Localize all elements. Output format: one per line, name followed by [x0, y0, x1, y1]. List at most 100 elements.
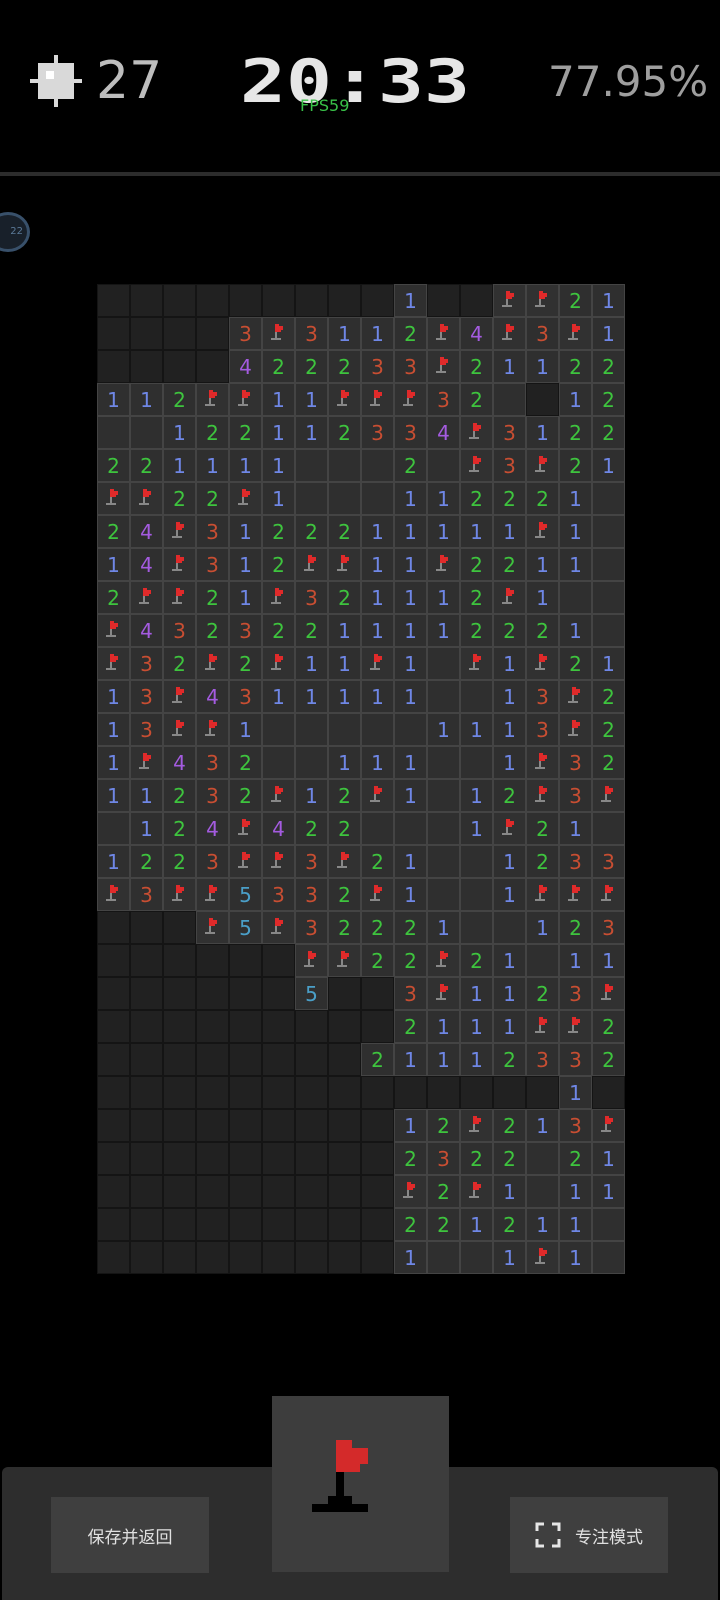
revealed-cell[interactable]: 1 — [427, 515, 460, 548]
revealed-cell[interactable]: 2 — [592, 680, 625, 713]
flagged-cell[interactable] — [97, 614, 130, 647]
revealed-cell[interactable] — [295, 449, 328, 482]
flag-mode-toggle[interactable] — [272, 1396, 449, 1572]
flagged-cell[interactable] — [526, 746, 559, 779]
revealed-cell[interactable]: 1 — [229, 449, 262, 482]
revealed-cell[interactable]: 1 — [262, 680, 295, 713]
flagged-cell[interactable] — [328, 383, 361, 416]
revealed-cell[interactable]: 3 — [130, 680, 163, 713]
revealed-cell[interactable]: 4 — [427, 416, 460, 449]
unrevealed-cell[interactable] — [196, 1208, 229, 1241]
revealed-cell[interactable]: 2 — [262, 350, 295, 383]
unrevealed-cell[interactable] — [196, 284, 229, 317]
revealed-cell[interactable]: 2 — [559, 911, 592, 944]
unrevealed-cell[interactable] — [130, 1142, 163, 1175]
revealed-cell[interactable]: 3 — [427, 383, 460, 416]
revealed-cell[interactable]: 1 — [592, 284, 625, 317]
revealed-cell[interactable] — [460, 680, 493, 713]
revealed-cell[interactable]: 2 — [163, 779, 196, 812]
unrevealed-cell[interactable] — [262, 1208, 295, 1241]
unrevealed-cell[interactable] — [262, 1241, 295, 1274]
flagged-cell[interactable] — [97, 482, 130, 515]
revealed-cell[interactable]: 1 — [460, 779, 493, 812]
flagged-cell[interactable] — [262, 647, 295, 680]
revealed-cell[interactable] — [592, 548, 625, 581]
flagged-cell[interactable] — [427, 548, 460, 581]
revealed-cell[interactable]: 1 — [295, 779, 328, 812]
revealed-cell[interactable]: 3 — [229, 317, 262, 350]
revealed-cell[interactable]: 2 — [196, 614, 229, 647]
revealed-cell[interactable]: 2 — [526, 812, 559, 845]
revealed-cell[interactable]: 1 — [97, 779, 130, 812]
revealed-cell[interactable]: 3 — [526, 713, 559, 746]
revealed-cell[interactable]: 1 — [460, 812, 493, 845]
revealed-cell[interactable]: 1 — [229, 713, 262, 746]
unrevealed-cell[interactable] — [262, 1142, 295, 1175]
revealed-cell[interactable]: 1 — [130, 383, 163, 416]
revealed-cell[interactable]: 1 — [394, 1109, 427, 1142]
unrevealed-cell[interactable] — [328, 977, 361, 1010]
unrevealed-cell[interactable] — [295, 1076, 328, 1109]
unrevealed-cell[interactable] — [163, 1241, 196, 1274]
unrevealed-cell[interactable] — [361, 1175, 394, 1208]
flagged-cell[interactable] — [559, 680, 592, 713]
flagged-cell[interactable] — [262, 911, 295, 944]
revealed-cell[interactable]: 2 — [493, 1043, 526, 1076]
unrevealed-cell[interactable] — [361, 1076, 394, 1109]
revealed-cell[interactable]: 1 — [427, 482, 460, 515]
revealed-cell[interactable] — [328, 713, 361, 746]
flagged-cell[interactable] — [262, 581, 295, 614]
unrevealed-cell[interactable] — [262, 1175, 295, 1208]
revealed-cell[interactable]: 1 — [559, 614, 592, 647]
unrevealed-cell[interactable] — [97, 977, 130, 1010]
unrevealed-cell[interactable] — [295, 1208, 328, 1241]
unrevealed-cell[interactable] — [295, 284, 328, 317]
revealed-cell[interactable]: 2 — [295, 614, 328, 647]
revealed-cell[interactable]: 2 — [229, 416, 262, 449]
revealed-cell[interactable]: 3 — [559, 845, 592, 878]
revealed-cell[interactable]: 3 — [196, 779, 229, 812]
flagged-cell[interactable] — [328, 845, 361, 878]
revealed-cell[interactable]: 2 — [328, 581, 361, 614]
flagged-cell[interactable] — [460, 647, 493, 680]
revealed-cell[interactable]: 1 — [559, 548, 592, 581]
revealed-cell[interactable]: 1 — [295, 647, 328, 680]
revealed-cell[interactable]: 2 — [163, 845, 196, 878]
revealed-cell[interactable]: 3 — [163, 614, 196, 647]
revealed-cell[interactable]: 1 — [394, 746, 427, 779]
revealed-cell[interactable]: 1 — [394, 779, 427, 812]
flagged-cell[interactable] — [526, 878, 559, 911]
revealed-cell[interactable]: 3 — [493, 416, 526, 449]
revealed-cell[interactable]: 1 — [361, 548, 394, 581]
flagged-cell[interactable] — [163, 548, 196, 581]
flagged-cell[interactable] — [163, 680, 196, 713]
revealed-cell[interactable]: 2 — [460, 548, 493, 581]
flagged-cell[interactable] — [163, 878, 196, 911]
revealed-cell[interactable] — [130, 416, 163, 449]
revealed-cell[interactable] — [262, 713, 295, 746]
revealed-cell[interactable]: 5 — [295, 977, 328, 1010]
revealed-cell[interactable]: 1 — [427, 1043, 460, 1076]
revealed-cell[interactable]: 1 — [427, 713, 460, 746]
unrevealed-cell[interactable] — [229, 977, 262, 1010]
revealed-cell[interactable]: 1 — [460, 977, 493, 1010]
unrevealed-cell[interactable] — [328, 1142, 361, 1175]
unrevealed-cell[interactable] — [130, 1241, 163, 1274]
unrevealed-cell[interactable] — [262, 284, 295, 317]
unrevealed-cell[interactable] — [229, 1076, 262, 1109]
revealed-cell[interactable]: 1 — [592, 1142, 625, 1175]
revealed-cell[interactable]: 1 — [295, 416, 328, 449]
unrevealed-cell[interactable] — [97, 1142, 130, 1175]
revealed-cell[interactable]: 1 — [394, 614, 427, 647]
revealed-cell[interactable]: 1 — [97, 548, 130, 581]
revealed-cell[interactable]: 2 — [295, 812, 328, 845]
revealed-cell[interactable]: 1 — [328, 317, 361, 350]
unrevealed-cell[interactable] — [361, 1109, 394, 1142]
flagged-cell[interactable] — [163, 515, 196, 548]
revealed-cell[interactable]: 4 — [130, 614, 163, 647]
unrevealed-cell[interactable] — [328, 1208, 361, 1241]
revealed-cell[interactable]: 1 — [163, 416, 196, 449]
revealed-cell[interactable]: 1 — [526, 581, 559, 614]
revealed-cell[interactable]: 1 — [526, 911, 559, 944]
revealed-cell[interactable]: 4 — [196, 812, 229, 845]
